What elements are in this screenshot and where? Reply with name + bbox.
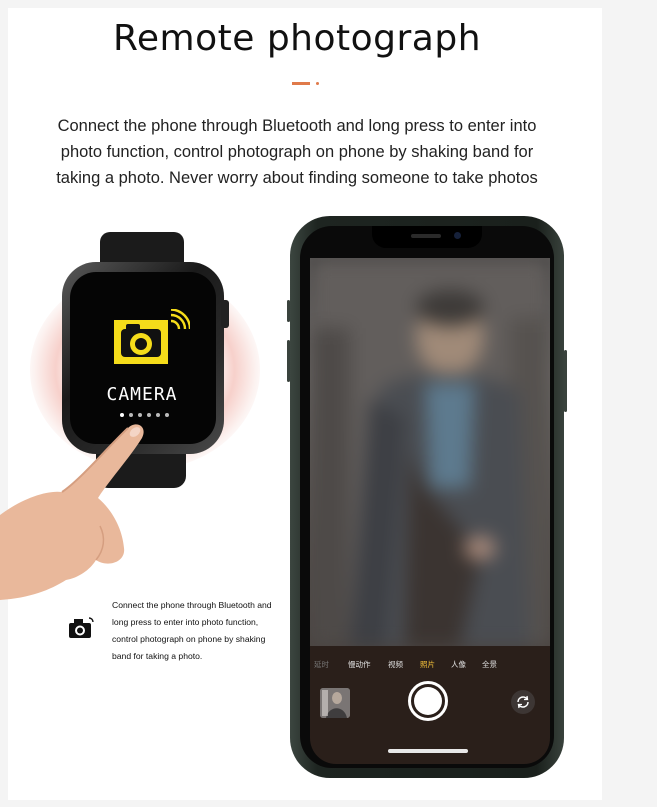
phone-side-button: [287, 340, 290, 382]
title-divider: [292, 82, 332, 86]
caption-line: band for taking a photo.: [112, 651, 203, 661]
mode-video[interactable]: 视频: [388, 659, 403, 670]
camera-mode-selector[interactable]: 延时 慢动作 视频 照片 人像 全景: [312, 659, 548, 673]
feature-description: Connect the phone through Bluetooth and …: [22, 113, 572, 191]
shutter-button[interactable]: [408, 681, 448, 721]
camera-icon[interactable]: [114, 320, 168, 364]
small-caption: Connect the phone through Bluetooth and …: [112, 597, 284, 665]
page-title: Remote photograph: [112, 18, 482, 59]
caption-line: Connect the phone through Bluetooth and: [112, 600, 272, 610]
switch-camera-button[interactable]: [511, 690, 535, 714]
pointing-hand-illustration: [0, 424, 144, 600]
camera-viewfinder[interactable]: [310, 258, 550, 646]
phone-side-button: [287, 300, 290, 322]
page-indicator: [120, 413, 180, 419]
gallery-thumbnail[interactable]: [320, 688, 350, 718]
watch-crown: [221, 300, 229, 328]
mode-timelapse[interactable]: 延时: [314, 659, 329, 670]
watch-camera-label: CAMERA: [106, 384, 178, 405]
caption-line: long press to enter into photo function,: [112, 617, 259, 627]
signal-icon: [170, 309, 190, 330]
description-line: Connect the phone through Bluetooth and …: [57, 117, 537, 135]
home-indicator[interactable]: [388, 749, 468, 753]
caption-line: control photograph on phone by shaking: [112, 634, 266, 644]
mode-portrait[interactable]: 人像: [451, 659, 466, 670]
blurred-subject: [310, 258, 550, 646]
refresh-icon: [517, 695, 529, 709]
camera-icon: [69, 617, 94, 638]
front-camera: [454, 232, 461, 239]
description-line: photo function, control photograph on ph…: [60, 143, 534, 161]
phone-speaker: [411, 234, 441, 238]
mode-slow-motion[interactable]: 慢动作: [348, 659, 371, 670]
mode-photo[interactable]: 照片: [420, 659, 435, 670]
mode-panorama[interactable]: 全景: [482, 659, 497, 670]
phone-side-button: [564, 350, 567, 412]
description-line: taking a photo. Never worry about findin…: [56, 169, 538, 187]
